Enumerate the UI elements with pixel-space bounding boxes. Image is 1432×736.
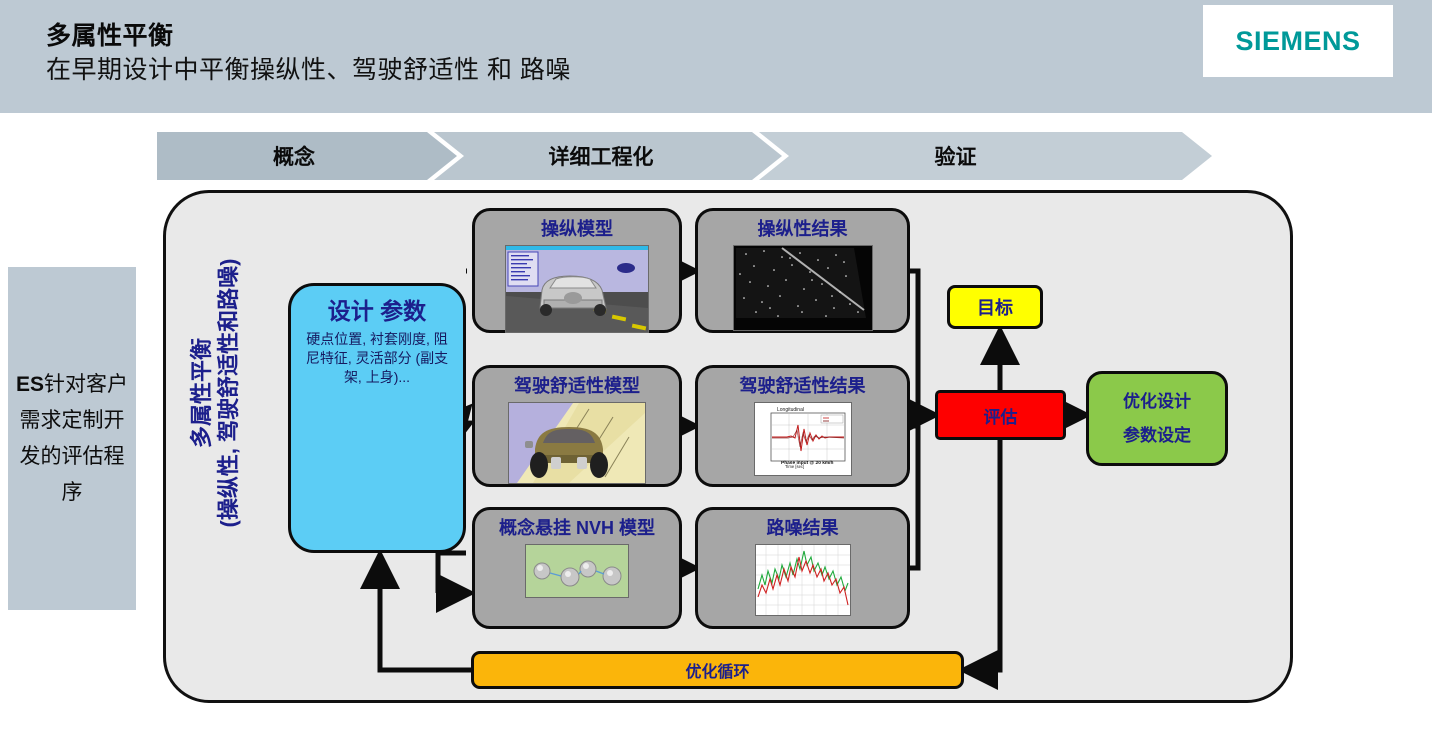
ride-comfort-result-box[interactable]: 驾驶舒适性结果 Longitudinal Time [sec] Phase in…	[695, 365, 910, 487]
slide-canvas: 多属性平衡 在早期设计中平衡操纵性、驾驶舒适性 和 路噪 SIEMENS 概念 …	[0, 0, 1432, 736]
slide-header: 多属性平衡 在早期设计中平衡操纵性、驾驶舒适性 和 路噪 SIEMENS	[0, 0, 1432, 113]
phase-label-detailed-engineering: 详细工程化	[548, 146, 654, 169]
optimized-design-box[interactable]: 优化设计 参数设定	[1086, 371, 1228, 466]
left-side-note: ES针对客户需求定制开发的评估程序	[8, 267, 136, 610]
optimized-design-line1: 优化设计	[1123, 391, 1191, 411]
workflow-panel: 多属性平衡 (操纵性, 驾驶舒适性和路噪) 设计 参数 硬点位置, 衬套刚度, …	[163, 190, 1293, 703]
phase-label-validation: 验证	[934, 146, 977, 169]
evaluation-box[interactable]: 评估	[935, 390, 1066, 440]
optimization-loop-label: 优化循环	[685, 664, 750, 681]
optimized-design-line2: 参数设定	[1123, 425, 1191, 445]
road-noise-result-title: 路噪结果	[766, 518, 839, 538]
panel-vertical-label-line2: (操纵性, 驾驶舒适性和路噪)	[216, 258, 241, 528]
handling-result-title: 操纵性结果	[757, 219, 848, 239]
siemens-logo-plate: SIEMENS	[1203, 5, 1393, 77]
panel-vertical-label: 多属性平衡 (操纵性, 驾驶舒适性和路噪)	[186, 223, 246, 563]
evaluation-label: 评估	[983, 407, 1018, 427]
phase-chevron-concept[interactable]: 概念	[157, 132, 457, 180]
svg-text:Longitudinal: Longitudinal	[777, 407, 804, 413]
nvh-model-title: 概念悬挂 NVH 模型	[498, 518, 655, 538]
target-label: 目标	[977, 298, 1013, 318]
vehicle-mesh-road-thumb-icon	[505, 245, 649, 333]
left-side-note-prefix: ES	[15, 372, 44, 396]
vehicle-on-slope-thumb-icon	[508, 402, 646, 484]
page-title: 多属性平衡	[46, 22, 174, 50]
siemens-logo: SIEMENS	[1235, 25, 1361, 56]
handling-model-title: 操纵模型	[541, 219, 613, 239]
process-phase-banner: 概念 详细工程化 验证	[157, 132, 1212, 180]
phase-chevron-detailed-engineering[interactable]: 详细工程化	[434, 132, 782, 180]
ride-comfort-model-title: 驾驶舒适性模型	[514, 376, 640, 396]
ride-comfort-result-title: 驾驶舒适性结果	[739, 376, 866, 396]
panel-vertical-label-line1: 多属性平衡	[189, 338, 214, 449]
longitudinal-time-signal-thumb-icon: Longitudinal Time [sec] Phase input @ 20…	[753, 402, 852, 476]
red-green-spectrum-thumb-icon	[754, 544, 851, 616]
handling-result-box[interactable]: 操纵性结果	[695, 208, 910, 333]
nvh-model-box[interactable]: 概念悬挂 NVH 模型	[472, 507, 682, 629]
road-noise-result-box[interactable]: 路噪结果	[695, 507, 910, 629]
phase-label-concept: 概念	[273, 146, 315, 169]
design-parameters-box[interactable]: 设计 参数 硬点位置, 衬套刚度, 阻尼特征, 灵活部分 (副支架, 上身)..…	[288, 283, 466, 553]
optimization-loop-bar[interactable]: 优化循环	[471, 651, 964, 689]
handling-model-box[interactable]: 操纵模型	[472, 208, 682, 333]
design-parameters-body: 硬点位置, 衬套刚度, 阻尼特征, 灵活部分 (副支架, 上身)...	[305, 331, 449, 385]
ride-comfort-model-box[interactable]: 驾驶舒适性模型	[472, 365, 682, 487]
dark-scatter-plot-thumb-icon	[732, 245, 873, 331]
suspension-modes-thumb-icon	[525, 544, 629, 598]
design-parameters-title: 设计 参数	[327, 298, 427, 324]
target-box[interactable]: 目标	[947, 285, 1043, 329]
page-subtitle: 在早期设计中平衡操纵性、驾驶舒适性 和 路噪	[46, 56, 571, 84]
svg-text:Phase input @ 20 km/h: Phase input @ 20 km/h	[781, 460, 833, 466]
phase-chevron-validation[interactable]: 验证	[759, 132, 1212, 180]
left-side-note-text: ES针对客户需求定制开发的评估程序	[8, 367, 136, 511]
